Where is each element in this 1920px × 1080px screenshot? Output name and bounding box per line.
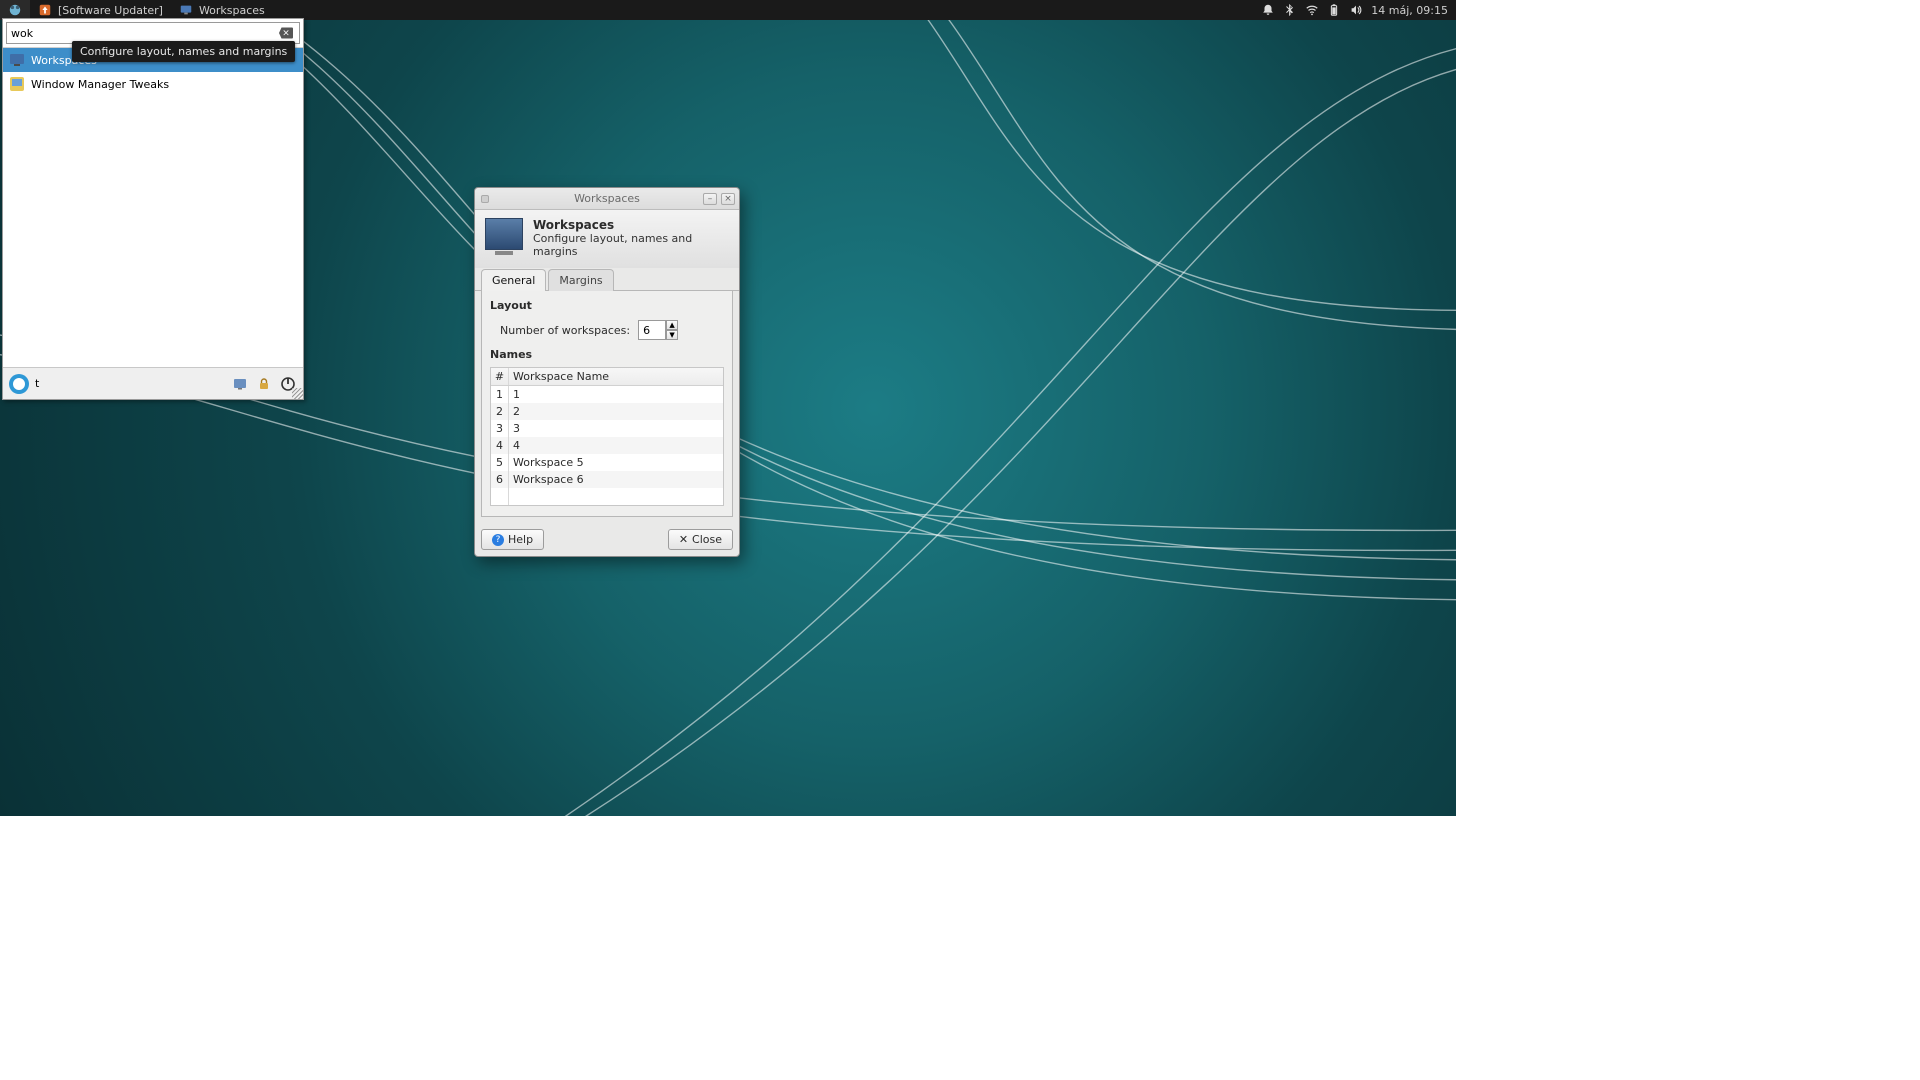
dialog-header-icon — [485, 218, 523, 258]
close-button[interactable]: × — [721, 193, 735, 205]
names-section-label: Names — [490, 348, 724, 361]
table-row[interactable]: 5Workspace 5 — [491, 454, 723, 471]
menu-item-wm-tweaks[interactable]: Window Manager Tweaks — [3, 72, 303, 96]
notification-icon[interactable] — [1261, 3, 1275, 17]
workspace-names-table[interactable]: # Workspace Name 11 22 33 44 5Workspace … — [490, 367, 724, 506]
wm-tweaks-icon — [9, 76, 25, 92]
top-panel: [Software Updater] Workspaces — [0, 0, 1456, 20]
workspaces-app-icon — [9, 52, 25, 68]
tab-general[interactable]: General — [481, 269, 546, 291]
num-workspaces-spinner[interactable]: ▲ ▼ — [638, 320, 678, 340]
help-icon: ? — [492, 534, 504, 546]
updater-icon — [38, 3, 52, 17]
menu-item-label: Window Manager Tweaks — [31, 78, 169, 91]
tooltip: Configure layout, names and margins — [72, 41, 295, 62]
dialog-header-title: Workspaces — [533, 218, 614, 232]
search-results-list: Workspaces Window Manager Tweaks — [3, 47, 303, 367]
bluetooth-icon[interactable] — [1283, 3, 1297, 17]
num-workspaces-input[interactable] — [638, 320, 666, 340]
help-button[interactable]: ? Help — [481, 529, 544, 550]
username-label: t — [35, 377, 39, 390]
num-workspaces-label: Number of workspaces: — [500, 324, 630, 337]
dialog-header-subtitle: Configure layout, names and margins — [533, 232, 692, 258]
spin-down-button[interactable]: ▼ — [666, 330, 678, 340]
tabs: General Margins — [475, 268, 739, 291]
app-menu-popup: × Configure layout, names and margins Wo… — [2, 18, 304, 400]
volume-icon[interactable] — [1349, 3, 1363, 17]
titlebar[interactable]: Workspaces – × — [475, 188, 739, 210]
table-row[interactable]: 6Workspace 6 — [491, 471, 723, 488]
window-title: Workspaces — [574, 192, 640, 205]
taskbar-item-workspaces[interactable]: Workspaces — [171, 0, 273, 20]
xfce-mouse-icon — [8, 3, 22, 17]
close-icon: ✕ — [679, 533, 688, 546]
wifi-icon[interactable] — [1305, 3, 1319, 17]
table-row[interactable]: 11 — [491, 386, 723, 403]
table-row-empty — [491, 488, 723, 505]
desktop: [Software Updater] Workspaces — [0, 0, 1456, 816]
workspaces-dialog: Workspaces – × Workspaces Configure layo… — [474, 187, 740, 557]
tab-margins[interactable]: Margins — [548, 269, 613, 291]
resize-grip[interactable] — [292, 388, 304, 400]
taskbar-label: Workspaces — [199, 4, 265, 17]
minimize-button[interactable]: – — [703, 193, 717, 205]
close-dialog-button[interactable]: ✕ Close — [668, 529, 733, 550]
table-row[interactable]: 44 — [491, 437, 723, 454]
titlebar-menu-icon[interactable] — [481, 195, 489, 203]
layout-section-label: Layout — [490, 299, 724, 312]
table-row[interactable]: 33 — [491, 420, 723, 437]
settings-icon[interactable] — [231, 375, 249, 393]
clear-search-icon[interactable]: × — [279, 28, 293, 39]
col-name-header[interactable]: Workspace Name — [509, 368, 723, 385]
panel-clock[interactable]: 14 máj, 09:15 — [1371, 4, 1448, 17]
avatar[interactable] — [9, 374, 29, 394]
spin-up-button[interactable]: ▲ — [666, 320, 678, 330]
col-index-header[interactable]: # — [491, 368, 509, 385]
whisker-menu-button[interactable] — [0, 0, 30, 20]
lock-icon[interactable] — [255, 375, 273, 393]
dialog-button-bar: ? Help ✕ Close — [475, 523, 739, 556]
workspaces-icon — [179, 3, 193, 17]
dialog-header: Workspaces Configure layout, names and m… — [475, 210, 739, 268]
table-row[interactable]: 22 — [491, 403, 723, 420]
taskbar-item-software-updater[interactable]: [Software Updater] — [30, 0, 171, 20]
battery-icon[interactable] — [1327, 3, 1341, 17]
menu-footer: t — [3, 367, 303, 399]
tab-general-body: Layout Number of workspaces: ▲ ▼ Names #… — [481, 291, 733, 517]
taskbar-label: [Software Updater] — [58, 4, 163, 17]
